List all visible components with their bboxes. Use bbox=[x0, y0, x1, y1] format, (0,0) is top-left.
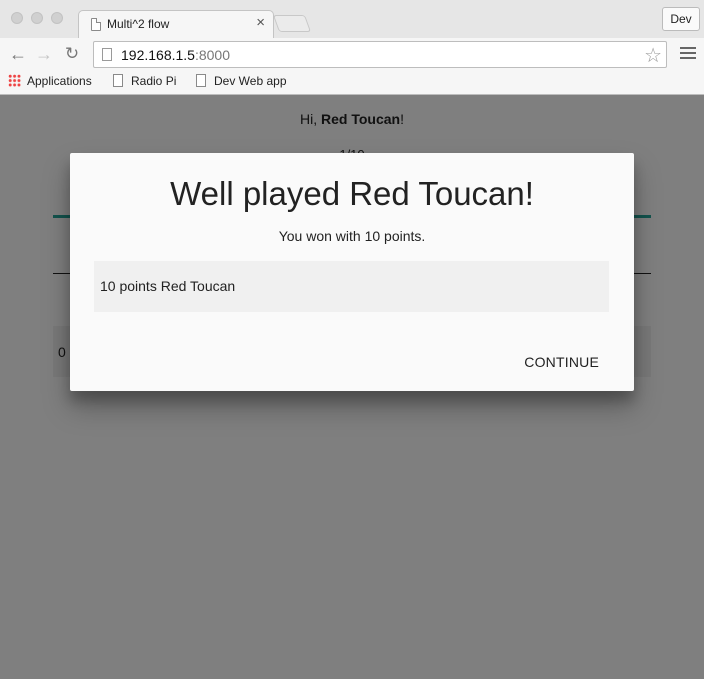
result-list-item: 10 points Red Toucan bbox=[94, 261, 609, 312]
reload-icon[interactable]: ↻ bbox=[61, 43, 83, 65]
window-close-control[interactable] bbox=[11, 12, 23, 24]
page-icon bbox=[102, 48, 112, 61]
bookmark-label: Dev Web app bbox=[214, 74, 287, 88]
page-icon bbox=[91, 18, 101, 31]
apps-grid-icon bbox=[8, 74, 21, 87]
tab-title: Multi^2 flow bbox=[107, 17, 170, 31]
new-tab-button[interactable] bbox=[272, 15, 312, 32]
hamburger-menu-icon[interactable] bbox=[680, 47, 696, 60]
result-modal: Well played Red Toucan! You won with 10 … bbox=[70, 153, 634, 391]
result-text: 10 points Red Toucan bbox=[100, 278, 236, 294]
continue-button[interactable]: CONTINUE bbox=[512, 348, 611, 376]
bookmark-star-icon[interactable]: ☆ bbox=[644, 43, 662, 68]
back-arrow-icon[interactable]: ← bbox=[7, 43, 29, 65]
bookmark-dev-web-app[interactable]: Dev Web app bbox=[196, 74, 287, 91]
bookmark-label: Applications bbox=[27, 74, 92, 88]
browser-titlebar: Multi^2 flow × Dev bbox=[0, 0, 704, 38]
url-port: :8000 bbox=[194, 47, 231, 63]
page-icon bbox=[196, 74, 206, 87]
bookmark-label: Radio Pi bbox=[131, 74, 177, 88]
modal-title: Well played Red Toucan! bbox=[170, 175, 534, 212]
modal-subtitle: You won with 10 points. bbox=[278, 228, 426, 244]
browser-tab[interactable]: Multi^2 flow × bbox=[78, 10, 274, 38]
browser-toolbar: ← → ↻ 192.168.1.5:8000 ☆ bbox=[0, 38, 704, 70]
url-text[interactable]: 192.168.1.5:8000 bbox=[121, 47, 230, 63]
page-icon bbox=[113, 74, 123, 87]
window-minimize-control[interactable] bbox=[31, 12, 43, 24]
bookmark-applications[interactable]: Applications bbox=[8, 74, 92, 91]
forward-arrow-icon[interactable]: → bbox=[33, 43, 55, 65]
profile-button[interactable]: Dev bbox=[662, 7, 700, 31]
window-zoom-control[interactable] bbox=[51, 12, 63, 24]
address-bar[interactable]: 192.168.1.5:8000 ☆ bbox=[93, 41, 667, 68]
bookmarks-bar: Applications Radio Pi Dev Web app bbox=[0, 70, 704, 95]
tab-close-icon[interactable]: × bbox=[256, 14, 265, 31]
bookmark-radio-pi[interactable]: Radio Pi bbox=[113, 74, 176, 91]
url-host: 192.168.1.5 bbox=[121, 47, 195, 63]
